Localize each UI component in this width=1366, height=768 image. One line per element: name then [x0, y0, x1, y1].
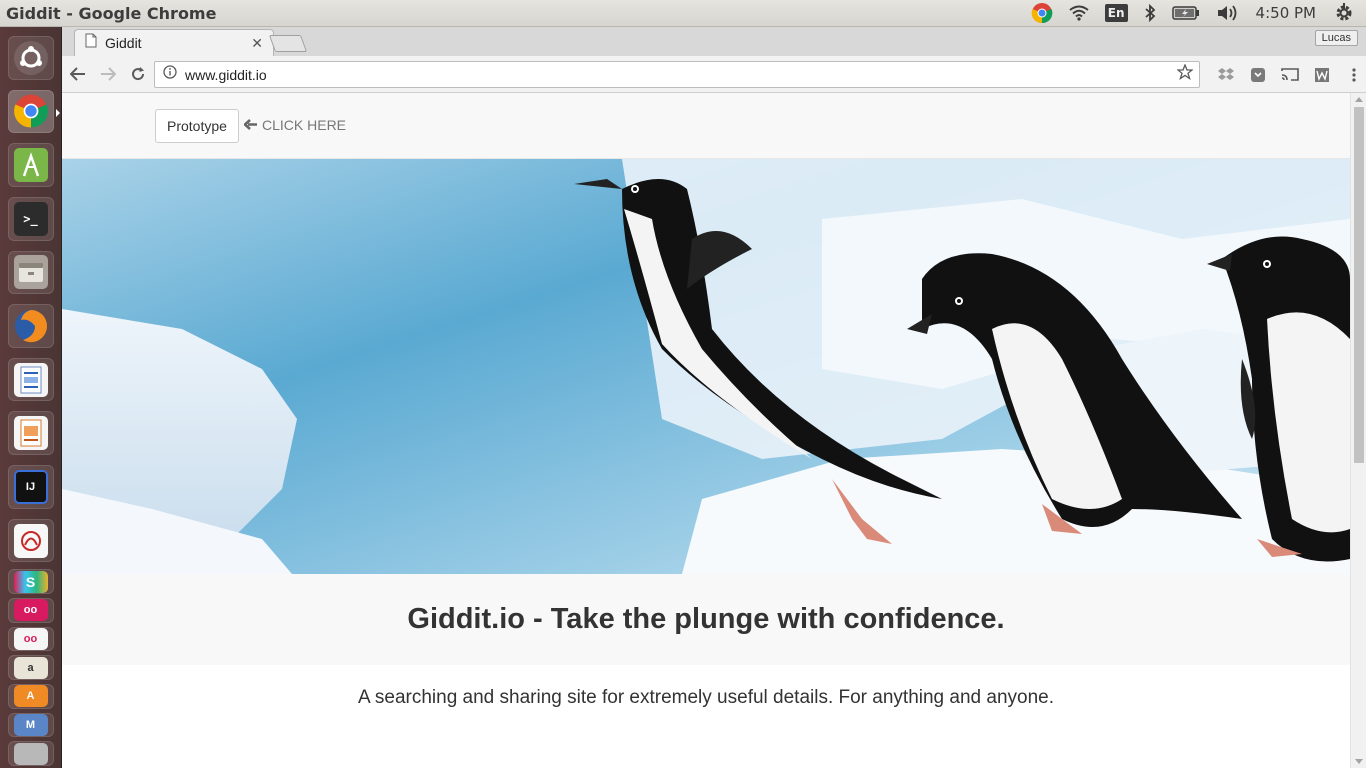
page-viewport: Prototype CLICK HERE Giddit.io - Take th… — [62, 93, 1366, 768]
launcher: >_ IJ S oo oo a A M — [0, 27, 62, 768]
chrome-indicator-icon[interactable] — [1023, 0, 1061, 27]
scroll-thumb[interactable] — [1354, 107, 1364, 463]
tab-title: Giddit — [105, 35, 142, 51]
app-icon-d[interactable]: A — [7, 684, 54, 709]
penguins-image — [62, 159, 1350, 574]
reload-icon — [132, 67, 145, 81]
tab-strip: Giddit ✕ Lucas — [62, 27, 1366, 56]
word-extension-icon[interactable] — [1306, 61, 1338, 88]
panel-indicators: En 4:50 PM — [1023, 0, 1366, 27]
volume-icon[interactable] — [1208, 0, 1246, 27]
app-icon-c[interactable]: a — [7, 655, 54, 681]
app-icon-f[interactable] — [7, 741, 54, 766]
hero-image — [62, 159, 1350, 574]
firefox-icon[interactable] — [7, 304, 54, 348]
android-studio-icon[interactable] — [7, 143, 54, 187]
keyboard-language-indicator[interactable]: En — [1097, 0, 1136, 27]
back-arrow-icon — [70, 67, 85, 81]
tagline-band: Giddit.io - Take the plunge with confide… — [62, 574, 1350, 665]
url-text[interactable]: www.giddit.io — [185, 67, 1177, 83]
document-viewer-icon[interactable] — [7, 518, 54, 563]
click-here-hint: CLICK HERE — [243, 117, 347, 133]
scroll-up-arrow-icon[interactable] — [1355, 97, 1363, 102]
libreoffice-impress-icon[interactable] — [7, 411, 54, 456]
site-navbar: Prototype CLICK HERE — [62, 93, 1350, 159]
language-badge: En — [1104, 4, 1128, 22]
new-tab-button[interactable] — [268, 35, 308, 52]
reload-button[interactable] — [124, 60, 152, 88]
forward-button[interactable] — [94, 60, 122, 88]
app-icon-e[interactable]: M — [7, 712, 54, 738]
page: Prototype CLICK HERE Giddit.io - Take th… — [62, 93, 1350, 768]
profile-button[interactable]: Lucas — [1314, 30, 1358, 46]
page-icon — [85, 33, 97, 53]
tab-close-icon[interactable]: ✕ — [251, 35, 263, 52]
pocket-icon[interactable] — [1242, 61, 1274, 88]
prototype-button[interactable]: Prototype — [155, 109, 239, 143]
extension-icons — [1210, 61, 1366, 88]
app-icon-b[interactable]: oo — [7, 626, 54, 652]
forward-arrow-icon — [101, 67, 116, 81]
browser-toolbar: www.giddit.io — [62, 56, 1366, 93]
bookmark-star-icon[interactable] — [1176, 63, 1194, 85]
click-here-text: CLICK HERE — [262, 117, 347, 133]
terminal-icon[interactable]: >_ — [7, 196, 54, 241]
tab-giddit[interactable]: Giddit ✕ — [74, 29, 274, 56]
arrow-left-icon — [243, 117, 258, 133]
libreoffice-writer-icon[interactable] — [7, 357, 54, 402]
window-title: Giddit - Google Chrome — [6, 3, 217, 23]
cast-icon[interactable] — [1274, 61, 1306, 88]
site-info-icon[interactable] — [163, 65, 177, 84]
files-icon[interactable] — [7, 250, 54, 295]
address-bar[interactable]: www.giddit.io — [154, 61, 1200, 88]
page-scrollbar[interactable] — [1350, 93, 1366, 768]
scroll-down-arrow-icon[interactable] — [1355, 759, 1363, 764]
intellij-idea-icon[interactable]: IJ — [7, 465, 54, 509]
back-button[interactable] — [64, 60, 92, 88]
clock[interactable]: 4:50 PM — [1246, 4, 1326, 22]
slack-icon[interactable]: S — [7, 569, 54, 595]
ubuntu-dash-icon[interactable] — [7, 36, 54, 80]
wifi-icon[interactable] — [1061, 0, 1097, 27]
google-chrome-icon[interactable] — [7, 89, 60, 134]
bluetooth-icon[interactable] — [1136, 0, 1164, 27]
page-tagline: Giddit.io - Take the plunge with confide… — [407, 603, 1005, 635]
app-icon-a[interactable]: oo — [7, 598, 54, 623]
site-description: A searching and sharing site for extreme… — [357, 687, 1054, 708]
dropbox-icon[interactable] — [1210, 61, 1242, 88]
chrome-menu-icon[interactable] — [1338, 61, 1366, 88]
battery-icon[interactable] — [1164, 0, 1208, 27]
top-panel: Giddit - Google Chrome En 4:50 PM — [0, 0, 1366, 27]
system-gear-icon[interactable] — [1326, 0, 1362, 27]
